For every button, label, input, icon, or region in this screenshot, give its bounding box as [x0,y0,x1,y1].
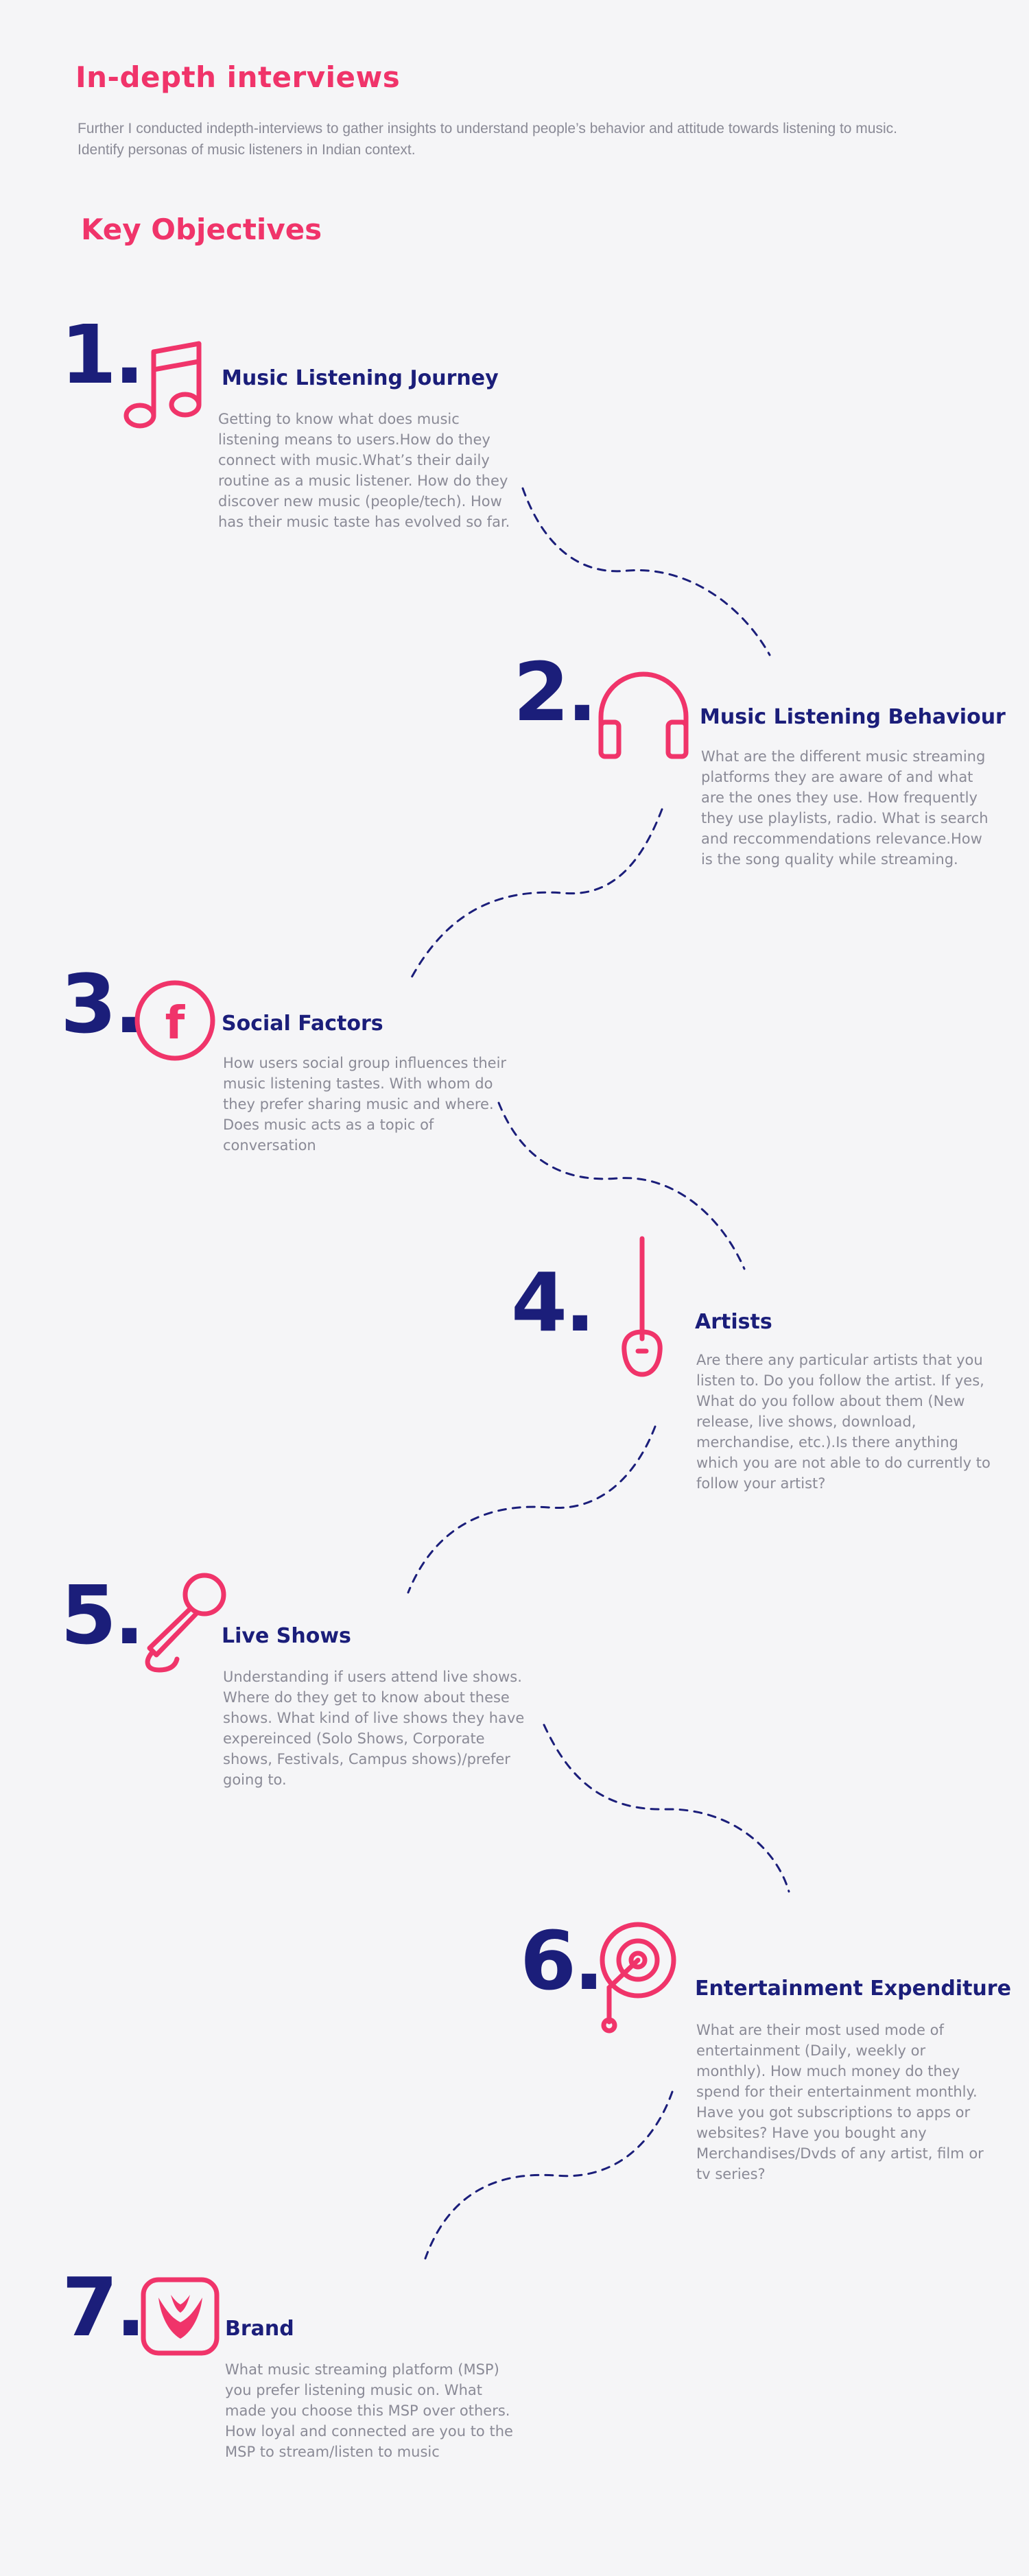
intro-paragraph: Further I conducted indepth-interviews t… [78,121,897,158]
objective-description: What are their most used mode of enterta… [696,2022,984,2182]
objective-number: 7. [62,2260,146,2354]
objective-description: How users social group influences their … [223,1055,507,1154]
turntable-icon [595,1919,676,2036]
objective-number: 3. [60,957,145,1051]
section-heading: Key Objectives [81,213,322,246]
objective-title: Live Shows [222,1624,351,1648]
objective-number: 5. [60,1568,145,1662]
objective-title: Artists [695,1310,772,1334]
objective-title: Social Factors [222,1012,383,1036]
objective-title: Brand [225,2317,294,2341]
objective-number: 4. [511,1255,595,1350]
guitar-icon [617,1236,667,1383]
headphones-icon [595,669,691,765]
saavn-logo-icon [141,2277,220,2356]
objective-description: What are the different music streaming p… [701,748,989,868]
objective-title: Music Listening Behaviour [700,705,1006,729]
music-note-icon [122,339,211,432]
page-title: In-depth interviews [75,60,401,94]
objective-title: Entertainment Expenditure [695,1977,1011,2001]
connector-4-5 [407,1425,657,1594]
objective-number: 2. [513,645,598,739]
objective-description: What music streaming platform (MSP) you … [225,2361,513,2460]
objective-description: Understanding if users attend live shows… [223,1669,525,1788]
svg-text:f: f [165,997,186,1049]
objective-description: Are there any particular artists that yo… [696,1352,991,1492]
objective-title: Music Listening Journey [222,366,499,390]
objective-description: Getting to know what does music listenin… [218,411,510,530]
connector-5-6 [543,1724,790,1893]
connector-6-7 [424,2090,674,2260]
facebook-icon: f [134,979,216,1062]
objective-number: 6. [520,1913,604,2008]
page: In-depth interviews Further I conducted … [0,0,1029,2576]
microphone-icon [137,1567,233,1677]
connector-1-2 [521,487,771,656]
connector-2-3 [410,808,663,979]
